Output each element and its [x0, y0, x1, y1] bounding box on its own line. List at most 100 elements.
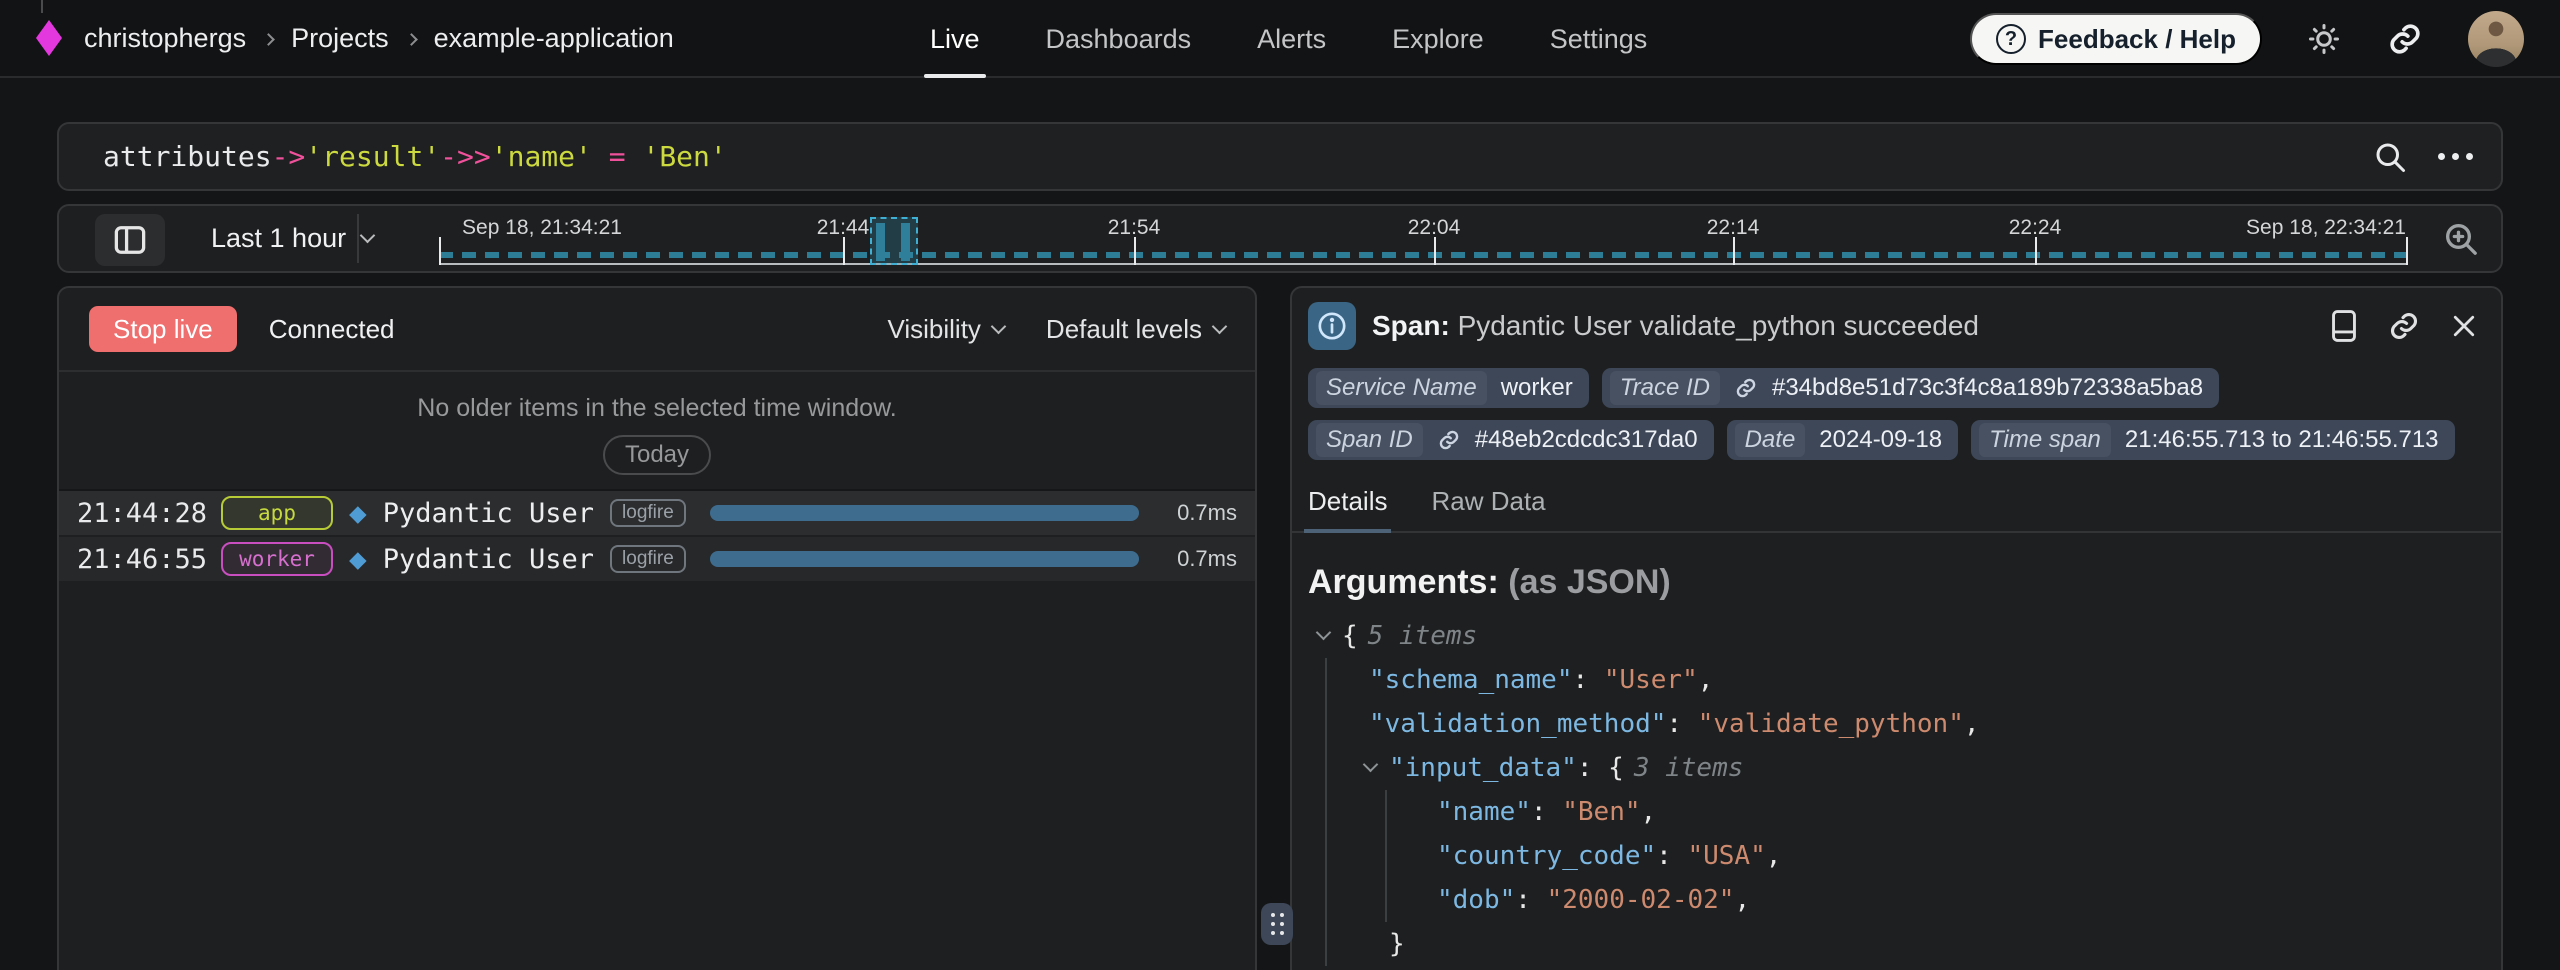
trace-row[interactable]: 21:44:28 app ◆ Pydantic User logfire 0.7… — [59, 491, 1255, 535]
timeline-bar: Last 1 hour Sep 18, 21:34:21 21:44 21:54… — [57, 204, 2503, 273]
json-colon: : — [1531, 790, 1562, 834]
json-colon: : — [1577, 746, 1608, 790]
close-icon[interactable] — [2449, 311, 2479, 341]
live-controls: Visibility Default levels — [887, 314, 1225, 345]
timeline-start-label: Sep 18, 21:34:21 — [462, 216, 622, 240]
divider — [357, 214, 359, 263]
json-value: "User" — [1604, 658, 1698, 702]
user-avatar[interactable] — [2468, 11, 2524, 67]
chip-label: Date — [1735, 423, 1806, 457]
json-key: "input_data" — [1389, 746, 1577, 790]
breadcrumb: christophergs Projects example-applicati… — [84, 23, 674, 54]
json-value: "USA" — [1687, 834, 1765, 878]
chip-value: 2024-09-18 — [1819, 426, 1942, 454]
span-name: Pydantic User — [383, 498, 594, 529]
visibility-dropdown[interactable]: Visibility — [887, 314, 1003, 345]
trace-link-icon[interactable] — [1734, 376, 1758, 400]
feedback-help-button[interactable]: Feedback / Help — [1970, 13, 2262, 65]
tab-details[interactable]: Details — [1308, 486, 1387, 531]
logfire-logo-icon[interactable] — [36, 20, 62, 56]
tab-dashboards[interactable]: Dashboards — [1046, 0, 1192, 78]
json-comma: , — [1964, 702, 1980, 746]
search-icon[interactable] — [2372, 139, 2408, 175]
query-token: = — [592, 140, 643, 173]
json-root-line: { 5 items — [1316, 614, 2501, 658]
today-button[interactable]: Today — [603, 435, 711, 475]
row-timestamp: 21:46:55 — [77, 544, 205, 575]
timeline-selection-window[interactable] — [870, 217, 918, 265]
time-range-selector[interactable]: Last 1 hour — [211, 206, 373, 271]
timeline-tick-mark — [439, 237, 441, 265]
default-levels-label: Default levels — [1046, 314, 1202, 345]
timeline-tick-mark — [843, 237, 845, 265]
stop-live-button[interactable]: Stop live — [89, 306, 237, 352]
json-colon: : — [1573, 658, 1604, 702]
json-key: "validation_method" — [1369, 702, 1666, 746]
json-item-count: 3 items — [1624, 746, 1744, 790]
service-name-chip: Service Name worker — [1308, 368, 1589, 408]
chip-label: Service Name — [1316, 371, 1487, 405]
trace-id-chip: Trace ID #34bd8e51d73c3f4c8a189b72338a5b… — [1602, 368, 2219, 408]
empty-message: No older items in the selected time wind… — [59, 372, 1255, 423]
chevron-down-icon — [1212, 318, 1228, 334]
tab-live[interactable]: Live — [930, 0, 980, 78]
span-title: Span: Pydantic User validate_python succ… — [1372, 310, 1979, 342]
breadcrumb-projects[interactable]: Projects — [291, 23, 389, 54]
feedback-help-label: Feedback / Help — [2038, 24, 2236, 55]
json-key: "country_code" — [1437, 834, 1656, 878]
json-line: "dob": "2000-02-02", — [1437, 878, 2501, 922]
query-token: ->> — [440, 140, 491, 173]
breadcrumb-project[interactable]: example-application — [434, 23, 674, 54]
span-link-icon[interactable] — [1437, 428, 1461, 452]
duration-value: 0.7ms — [1163, 546, 1237, 572]
json-colon: : — [1515, 878, 1546, 922]
trace-rows: 21:44:28 app ◆ Pydantic User logfire 0.7… — [59, 489, 1255, 581]
dock-panel-icon[interactable] — [2329, 309, 2359, 343]
query-token: 'result' — [305, 140, 440, 173]
theme-toggle-icon[interactable] — [2306, 21, 2342, 57]
timeline-end-label: Sep 18, 22:34:21 — [2246, 216, 2406, 240]
duration-bar[interactable] — [710, 505, 1139, 521]
top-nav: christophergs Projects example-applicati… — [0, 0, 2560, 78]
timeline-tick-mark — [1434, 237, 1436, 265]
sidebar-toggle-button[interactable] — [95, 214, 165, 266]
service-badge-worker[interactable]: worker — [221, 542, 333, 576]
copy-span-link-icon[interactable] — [2387, 309, 2421, 343]
tab-settings[interactable]: Settings — [1550, 0, 1648, 78]
info-icon — [1308, 302, 1356, 350]
timeline-baseline — [439, 263, 2408, 265]
scope-badge[interactable]: logfire — [610, 499, 686, 527]
json-comma: , — [1766, 834, 1782, 878]
scope-badge[interactable]: logfire — [610, 545, 686, 573]
more-options-icon[interactable] — [2438, 153, 2473, 160]
nav-caret-artifact — [41, 0, 43, 13]
arguments-heading: Arguments: (as JSON) — [1292, 533, 2501, 608]
date-chip: Date 2024-09-18 — [1727, 420, 1958, 460]
service-badge-app[interactable]: app — [221, 496, 333, 530]
trace-row[interactable]: 21:46:55 worker ◆ Pydantic User logfire … — [59, 537, 1255, 581]
query-token: -> — [272, 140, 306, 173]
duration-value: 0.7ms — [1163, 500, 1237, 526]
chip-label: Span ID — [1316, 423, 1423, 457]
json-key: "dob" — [1437, 878, 1515, 922]
chip-label: Time span — [1979, 423, 2111, 457]
chip-value: #48eb2cdcdc317da0 — [1475, 426, 1698, 454]
span-diamond-icon: ◆ — [349, 502, 367, 525]
tab-alerts[interactable]: Alerts — [1257, 0, 1326, 78]
json-comma: , — [1641, 790, 1657, 834]
time-range-label: Last 1 hour — [211, 223, 346, 254]
duration-bar[interactable] — [710, 551, 1139, 567]
breadcrumb-org[interactable]: christophergs — [84, 23, 246, 54]
json-value: "2000-02-02" — [1547, 878, 1735, 922]
tab-raw-data[interactable]: Raw Data — [1431, 486, 1545, 531]
zoom-in-icon[interactable] — [2441, 219, 2481, 259]
arguments-label: Arguments: — [1308, 563, 1499, 601]
sql-query-input[interactable]: attributes->'result'->>'name' = 'Ben' — [103, 140, 2372, 173]
json-line: "validation_method": "validate_python", — [1369, 702, 2501, 746]
timeline-axis: Sep 18, 21:34:21 21:44 21:54 22:04 22:14… — [382, 206, 2416, 271]
copy-link-icon[interactable] — [2386, 20, 2424, 58]
tab-explore[interactable]: Explore — [1392, 0, 1484, 78]
default-levels-dropdown[interactable]: Default levels — [1046, 314, 1225, 345]
json-line: "name": "Ben", — [1437, 790, 2501, 834]
panel-resize-handle[interactable] — [1261, 903, 1293, 945]
